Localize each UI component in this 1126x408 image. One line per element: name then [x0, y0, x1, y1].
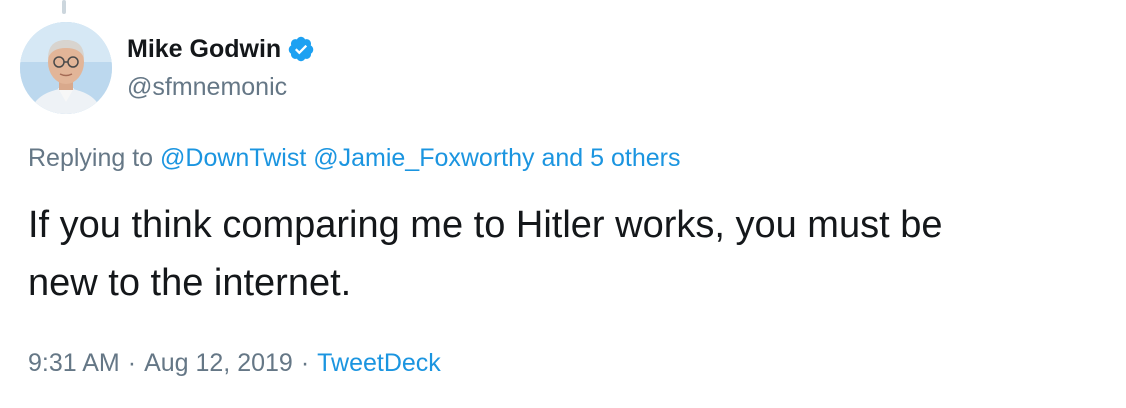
verified-badge-icon [288, 36, 314, 62]
tweet-text-line-1: If you think comparing me to Hitler work… [28, 204, 943, 246]
meta-separator: · [127, 349, 137, 377]
tweet-time[interactable]: 9:31 AM [28, 349, 120, 377]
author-names: Mike Godwin @sfmnemonic [127, 34, 315, 102]
meta-separator: · [300, 349, 310, 377]
others-link[interactable]: and 5 others [541, 144, 680, 172]
mention-link-jamie-foxworthy[interactable]: @Jamie_Foxworthy [313, 144, 534, 172]
tweet-date[interactable]: Aug 12, 2019 [144, 349, 293, 377]
thread-connector-line [62, 0, 66, 14]
mention-link-downtwist[interactable]: @DownTwist [160, 144, 306, 172]
tweet-header: Mike Godwin @sfmnemonic [20, 22, 315, 122]
tweet-text-line-2: new to the internet. [28, 262, 352, 304]
display-name-row: Mike Godwin [127, 34, 315, 64]
tweet-meta: 9:31 AM · Aug 12, 2019 · TweetDeck [28, 346, 441, 380]
replying-to-line: Replying to @DownTwist @Jamie_Foxworthy … [28, 142, 680, 174]
replying-to-label: Replying to [28, 144, 154, 172]
avatar[interactable] [20, 22, 112, 114]
tweet-source-link[interactable]: TweetDeck [317, 349, 441, 377]
author-handle[interactable]: @sfmnemonic [127, 72, 315, 102]
user-avatar-icon [20, 22, 112, 114]
tweet-text: If you think comparing me to Hitler work… [28, 196, 1108, 312]
display-name[interactable]: Mike Godwin [127, 34, 281, 64]
